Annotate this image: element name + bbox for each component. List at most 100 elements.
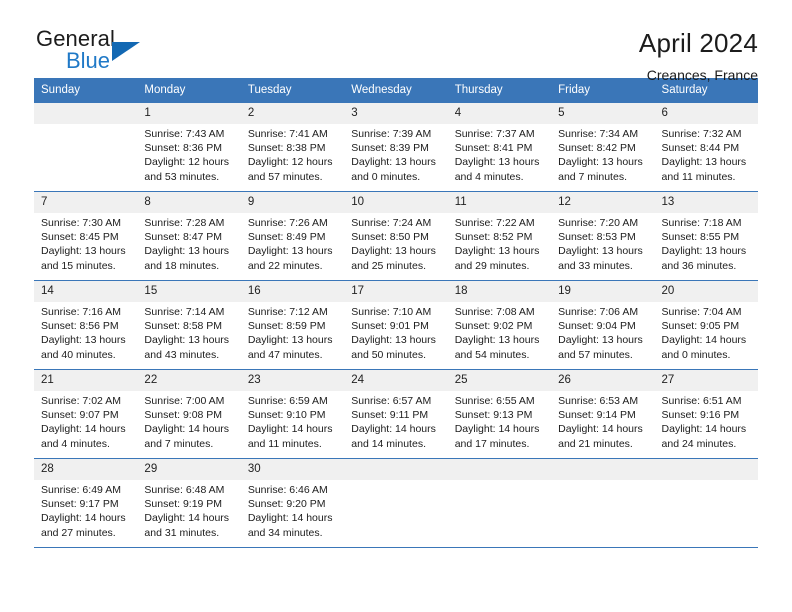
calendar-day-cell[interactable]: 26 Sunrise: 6:53 AM Sunset: 9:14 PM Dayligh… (551, 369, 655, 459)
sunset-text: Sunset: 8:53 PM (558, 231, 636, 244)
day-number: 10 (344, 192, 448, 213)
calendar-day-cell[interactable]: 3 Sunrise: 7:39 AM Sunset: 8:39 PM Daylight… (344, 103, 448, 192)
sunrise-text: Sunrise: 6:51 AM (661, 395, 742, 407)
calendar-day-cell[interactable]: 22 Sunrise: 7:00 AM Sunset: 9:08 PM Dayligh… (137, 369, 241, 459)
sunset-text: Sunset: 8:50 PM (351, 231, 429, 244)
sunrise-text: Sunrise: 6:59 AM (247, 395, 328, 407)
day-number (447, 459, 552, 480)
sunset-text: Sunset: 9:08 PM (144, 409, 223, 422)
calendar-day-cell[interactable]: 30 Sunrise: 6:46 AM Sunset: 9:20 PM Dayligh… (240, 458, 345, 548)
day-number: 6 (654, 103, 758, 124)
daylight-text: Daylight: 14 hours and 17 minutes. (454, 423, 540, 450)
day-number: 26 (551, 370, 655, 391)
calendar-day-cell[interactable]: 10 Sunrise: 7:24 AM Sunset: 8:50 PM Dayligh… (344, 191, 448, 281)
day-sun-info: Sunrise: 6:57 AM Sunset: 9:11 PM Daylight:… (344, 391, 447, 451)
day-sun-info: Sunrise: 7:43 AM Sunset: 8:36 PM Daylight:… (137, 124, 240, 184)
calendar-day-cell[interactable]: 17 Sunrise: 7:10 AM Sunset: 9:01 PM Dayligh… (344, 280, 448, 370)
day-number: 3 (344, 103, 448, 124)
sunrise-text: Sunrise: 7:16 AM (41, 306, 121, 318)
sunset-text: Sunset: 8:49 PM (247, 231, 326, 244)
sunset-text: Sunset: 9:19 PM (144, 498, 223, 511)
calendar-day-cell[interactable]: 12 Sunrise: 7:20 AM Sunset: 8:53 PM Dayligh… (551, 191, 655, 281)
day-sun-info: Sunrise: 7:41 AM Sunset: 8:38 PM Daylight:… (241, 124, 344, 184)
sunrise-text: Sunrise: 7:28 AM (144, 217, 225, 229)
daylight-text: Daylight: 14 hours and 7 minutes. (144, 423, 230, 450)
daylight-text: Daylight: 13 hours and 22 minutes. (247, 245, 333, 272)
daylight-text: Daylight: 14 hours and 27 minutes. (41, 512, 126, 539)
sunrise-text: Sunrise: 6:53 AM (558, 395, 639, 407)
day-number: 27 (654, 370, 758, 391)
weekday-header-thursday: Thursday (447, 78, 552, 103)
sunrise-text: Sunrise: 7:43 AM (144, 128, 225, 140)
day-sun-info: Sunrise: 7:16 AM Sunset: 8:56 PM Daylight:… (34, 302, 137, 362)
day-sun-info: Sunrise: 7:28 AM Sunset: 8:47 PM Daylight:… (137, 213, 240, 273)
calendar-day-cell[interactable]: 5 Sunrise: 7:34 AM Sunset: 8:42 PM Daylight… (551, 103, 655, 192)
sunset-text: Sunset: 9:16 PM (661, 409, 740, 422)
daylight-text: Daylight: 13 hours and 50 minutes. (351, 334, 436, 361)
day-sun-info: Sunrise: 7:24 AM Sunset: 8:50 PM Daylight:… (344, 213, 447, 273)
day-sun-info: Sunrise: 7:14 AM Sunset: 8:58 PM Daylight:… (137, 302, 240, 362)
day-number: 15 (137, 281, 241, 302)
daylight-text: Daylight: 13 hours and 33 minutes. (558, 245, 643, 272)
sunset-text: Sunset: 9:07 PM (41, 409, 119, 422)
calendar-day-cell[interactable]: 27 Sunrise: 6:51 AM Sunset: 9:16 PM Dayligh… (654, 369, 758, 459)
day-number: 12 (551, 192, 655, 213)
day-number: 22 (137, 370, 241, 391)
calendar-day-cell[interactable]: 8 Sunrise: 7:28 AM Sunset: 8:47 PM Daylight… (137, 191, 241, 281)
day-sun-info: Sunrise: 7:00 AM Sunset: 9:08 PM Daylight:… (137, 391, 240, 451)
calendar-day-cell[interactable]: 23 Sunrise: 6:59 AM Sunset: 9:10 PM Dayligh… (240, 369, 345, 459)
calendar-day-cell[interactable]: 4 Sunrise: 7:37 AM Sunset: 8:41 PM Daylight… (447, 103, 552, 192)
daylight-text: Daylight: 13 hours and 40 minutes. (41, 334, 126, 361)
sunrise-text: Sunrise: 7:32 AM (661, 128, 742, 140)
calendar-day-cell[interactable]: 9 Sunrise: 7:26 AM Sunset: 8:49 PM Daylight… (240, 191, 345, 281)
daylight-text: Daylight: 12 hours and 57 minutes. (247, 156, 333, 183)
calendar-day-cell[interactable]: 24 Sunrise: 6:57 AM Sunset: 9:11 PM Dayligh… (344, 369, 448, 459)
day-number: 29 (137, 459, 241, 480)
calendar-day-cell[interactable]: 14 Sunrise: 7:16 AM Sunset: 8:56 PM Dayligh… (34, 280, 138, 370)
day-number: 4 (447, 103, 552, 124)
calendar-day-cell[interactable]: 15 Sunrise: 7:14 AM Sunset: 8:58 PM Dayligh… (137, 280, 241, 370)
day-number: 30 (240, 459, 345, 480)
calendar-day-cell[interactable]: 20 Sunrise: 7:04 AM Sunset: 9:05 PM Dayligh… (654, 280, 758, 370)
daylight-text: Daylight: 13 hours and 11 minutes. (661, 156, 747, 183)
calendar-day-cell[interactable]: 13 Sunrise: 7:18 AM Sunset: 8:55 PM Dayligh… (654, 191, 758, 281)
calendar-day-cell-empty (344, 458, 448, 548)
calendar-day-cell[interactable]: 25 Sunrise: 6:55 AM Sunset: 9:13 PM Dayligh… (447, 369, 552, 459)
calendar-day-cell[interactable]: 1 Sunrise: 7:43 AM Sunset: 8:36 PM Daylight… (137, 103, 241, 192)
sunset-text: Sunset: 9:17 PM (41, 498, 119, 511)
sunset-text: Sunset: 9:11 PM (351, 409, 429, 422)
day-sun-info: Sunrise: 6:46 AM Sunset: 9:20 PM Daylight:… (241, 480, 344, 540)
day-number: 20 (654, 281, 758, 302)
daylight-text: Daylight: 14 hours and 24 minutes. (661, 423, 747, 450)
calendar-day-cell[interactable]: 7 Sunrise: 7:30 AM Sunset: 8:45 PM Daylight… (34, 191, 138, 281)
daylight-text: Daylight: 14 hours and 4 minutes. (41, 423, 126, 450)
calendar-day-cell[interactable]: 2 Sunrise: 7:41 AM Sunset: 8:38 PM Daylight… (240, 103, 345, 192)
day-number: 21 (34, 370, 138, 391)
day-number: 1 (137, 103, 241, 124)
sunset-text: Sunset: 8:52 PM (454, 231, 533, 244)
calendar-day-cell[interactable]: 18 Sunrise: 7:08 AM Sunset: 9:02 PM Dayligh… (447, 280, 552, 370)
daylight-text: Daylight: 14 hours and 0 minutes. (661, 334, 747, 361)
calendar-week-row: 14 Sunrise: 7:16 AM Sunset: 8:56 PM Dayligh… (34, 280, 758, 370)
day-number: 25 (447, 370, 552, 391)
daylight-text: Daylight: 13 hours and 7 minutes. (558, 156, 643, 183)
calendar-day-cell[interactable]: 11 Sunrise: 7:22 AM Sunset: 8:52 PM Dayligh… (447, 191, 552, 281)
day-sun-info: Sunrise: 7:10 AM Sunset: 9:01 PM Daylight:… (344, 302, 447, 362)
daylight-text: Daylight: 13 hours and 36 minutes. (661, 245, 747, 272)
daylight-text: Daylight: 13 hours and 47 minutes. (247, 334, 333, 361)
day-sun-info: Sunrise: 7:39 AM Sunset: 8:39 PM Daylight:… (344, 124, 447, 184)
calendar-day-cell[interactable]: 6 Sunrise: 7:32 AM Sunset: 8:44 PM Daylight… (654, 103, 758, 192)
calendar-day-cell[interactable]: 21 Sunrise: 7:02 AM Sunset: 9:07 PM Dayligh… (34, 369, 138, 459)
day-number: 23 (240, 370, 345, 391)
sunset-text: Sunset: 9:10 PM (247, 409, 326, 422)
day-sun-info: Sunrise: 7:12 AM Sunset: 8:59 PM Daylight:… (241, 302, 344, 362)
day-sun-info: Sunrise: 7:34 AM Sunset: 8:42 PM Daylight:… (551, 124, 654, 184)
day-sun-info: Sunrise: 6:51 AM Sunset: 9:16 PM Daylight:… (655, 391, 758, 451)
calendar-day-cell[interactable]: 19 Sunrise: 7:06 AM Sunset: 9:04 PM Dayligh… (551, 280, 655, 370)
daylight-text: Daylight: 13 hours and 4 minutes. (454, 156, 540, 183)
calendar-day-cell[interactable]: 28 Sunrise: 6:49 AM Sunset: 9:17 PM Dayligh… (34, 458, 138, 548)
calendar-day-cell[interactable]: 16 Sunrise: 7:12 AM Sunset: 8:59 PM Dayligh… (240, 280, 345, 370)
calendar-day-cell[interactable]: 29 Sunrise: 6:48 AM Sunset: 9:19 PM Dayligh… (137, 458, 241, 548)
sunrise-text: Sunrise: 7:24 AM (351, 217, 432, 229)
general-blue-logo: General Blue (34, 26, 196, 82)
